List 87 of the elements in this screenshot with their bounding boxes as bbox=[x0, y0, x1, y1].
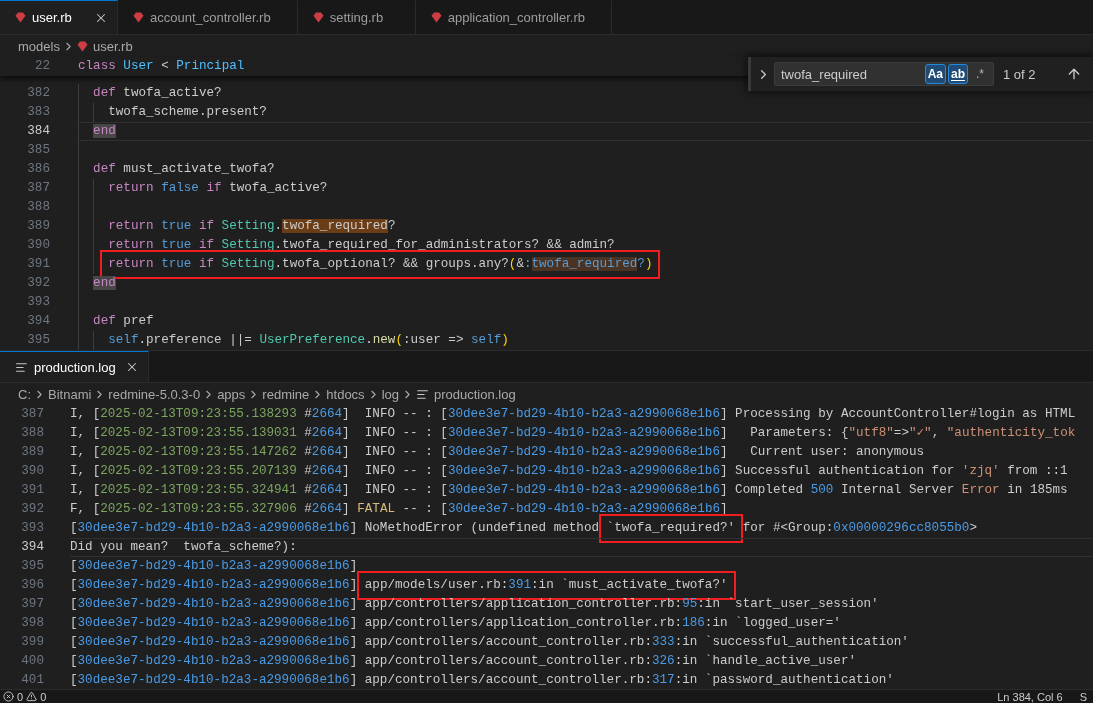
line-number: 401 bbox=[21, 673, 44, 687]
code-text: def pref bbox=[93, 314, 154, 329]
line-number: 393 bbox=[21, 521, 44, 535]
line-number: 387 bbox=[27, 181, 50, 195]
match-count: 1 of 2 bbox=[1003, 66, 1036, 82]
code-text: class User < Principal bbox=[78, 59, 245, 74]
warning-count: 0 bbox=[40, 690, 47, 703]
log-text: I, [2025-02-13T09:23:55.138293 #2664] INFO -- : [30dee3e7-bd29-4b10-b2a3-a2990068e1b6] Processing by AccountController#login as HTML bbox=[70, 407, 1076, 422]
text-lines-icon bbox=[15, 360, 28, 374]
breadcrumb-item[interactable]: models bbox=[18, 38, 60, 54]
tab[interactable]: production.log bbox=[0, 351, 149, 382]
line-number: 400 bbox=[21, 654, 44, 668]
log-text: [30dee3e7-bd29-4b10-b2a3-a2990068e1b6] app/controllers/account_controller.rb:326:in `handle_active_user' bbox=[70, 654, 857, 669]
line-number: 390 bbox=[27, 238, 50, 252]
code-text: return false if twofa_active? bbox=[108, 181, 328, 196]
line-number: 394 bbox=[21, 540, 44, 554]
error-count: 0 bbox=[17, 690, 24, 703]
line-number: 22 bbox=[34, 59, 50, 73]
log-text: [30dee3e7-bd29-4b10-b2a3-a2990068e1b6] app/controllers/application_controller.rb:95:in `start_user_session' bbox=[70, 597, 879, 612]
line-number: 398 bbox=[21, 616, 44, 630]
line-number: 389 bbox=[21, 445, 44, 459]
code-text: def twofa_active? bbox=[93, 86, 222, 101]
line-number: 395 bbox=[21, 559, 44, 573]
line-number: 383 bbox=[27, 105, 50, 119]
code-text: end bbox=[93, 124, 116, 139]
line-number: 394 bbox=[27, 314, 50, 328]
line-number: 399 bbox=[21, 635, 44, 649]
log-text: [30dee3e7-bd29-4b10-b2a3-a2990068e1b6] app/controllers/account_controller.rb:317:in `password_authentication' bbox=[70, 673, 894, 688]
log-text: [30dee3e7-bd29-4b10-b2a3-a2990068e1b6] bbox=[70, 578, 359, 593]
line-number: 395 bbox=[27, 333, 50, 347]
log-text: Did you mean? twofa_scheme?): bbox=[70, 540, 297, 555]
log-text: [30dee3e7-bd29-4b10-b2a3-a2990068e1b6] app/controllers/application_controller.rb:186:in `logged_user=' bbox=[70, 616, 841, 631]
code-text: self.preference ||= UserPreference.new(:user => self) bbox=[108, 333, 509, 348]
log-text: I, [2025-02-13T09:23:55.207139 #2664] INFO -- : [30dee3e7-bd29-4b10-b2a3-a2990068e1b6] Successful authentication for 'zjq' from ::1 bbox=[70, 464, 1068, 479]
gem-icon bbox=[15, 12, 26, 23]
line-number: 396 bbox=[21, 578, 44, 592]
line-number: 390 bbox=[21, 464, 44, 478]
status-item[interactable]: Ln 384, Col 6 bbox=[997, 690, 1063, 703]
log-text: [30dee3e7-bd29-4b10-b2a3-a2990068e1b6] bbox=[70, 559, 358, 574]
breadcrumb-item[interactable]: redmine bbox=[262, 386, 310, 402]
line-number: 387 bbox=[21, 407, 44, 421]
gem-icon bbox=[76, 40, 88, 52]
line-number: 392 bbox=[27, 276, 50, 290]
code-text: end bbox=[93, 276, 116, 291]
line-number: 391 bbox=[27, 257, 50, 271]
line-number: 392 bbox=[21, 502, 44, 516]
match-case-button[interactable]: Aa bbox=[924, 64, 946, 84]
error-icon bbox=[3, 691, 14, 702]
line-number: 388 bbox=[27, 200, 50, 214]
breadcrumb-item[interactable]: C: bbox=[18, 386, 31, 402]
code-text: twofa_scheme.present? bbox=[108, 105, 267, 120]
breadcrumb-item[interactable]: redmine-5.0.3-0 bbox=[108, 386, 201, 402]
line-number: 384 bbox=[27, 124, 50, 138]
log-text: [30dee3e7-bd29-4b10-b2a3-a2990068e1b6] app/controllers/account_controller.rb:333:in `successful_authentication' bbox=[70, 635, 909, 650]
breadcrumb-item[interactable]: apps bbox=[217, 386, 246, 402]
log-text: I, [2025-02-13T09:23:55.147262 #2664] INFO -- : [30dee3e7-bd29-4b10-b2a3-a2990068e1b6] Current user: anonymous bbox=[70, 445, 925, 460]
gem-icon bbox=[430, 12, 442, 23]
regex-button[interactable]: .* bbox=[970, 64, 990, 84]
breadcrumb-item[interactable]: htdocs bbox=[326, 386, 365, 402]
gem-icon bbox=[133, 12, 144, 23]
breadcrumb-item[interactable]: production.log bbox=[416, 386, 516, 402]
log-text: I, [2025-02-13T09:23:55.324941 #2664] INFO -- : [30dee3e7-bd29-4b10-b2a3-a2990068e1b6] Completed 500 Internal Server Error in 185ms bbox=[70, 483, 1068, 498]
breadcrumb-item[interactable]: Bitnami bbox=[48, 386, 92, 402]
warning-icon bbox=[26, 691, 38, 702]
line-number: 393 bbox=[27, 295, 50, 309]
line-number: 391 bbox=[21, 483, 44, 497]
line-number: 388 bbox=[21, 426, 44, 440]
line-number: 385 bbox=[27, 143, 50, 157]
log-text: I, [2025-02-13T09:23:55.139031 #2664] INFO -- : [30dee3e7-bd29-4b10-b2a3-a2990068e1b6] Parameters: {"utf8"=>"✓", "authenticity_tok bbox=[70, 426, 1076, 441]
search-field[interactable]: twofa_required Aa ab .* bbox=[774, 62, 994, 86]
text-lines-icon bbox=[416, 387, 429, 401]
whole-word-button[interactable]: ab bbox=[948, 64, 968, 84]
code-text: def must_activate_twofa? bbox=[93, 162, 275, 177]
line-number: 397 bbox=[21, 597, 44, 611]
line-number: 382 bbox=[27, 86, 50, 100]
code-text: return true if Setting.twofa_required_for_administrators? && admin? bbox=[108, 238, 615, 253]
log-text: for #<Group:0x00000296cc8055b0> bbox=[741, 521, 977, 536]
annotated-text: `twofa_required?' bbox=[598, 514, 744, 543]
line-number: 389 bbox=[27, 219, 50, 233]
code-text: return true if Setting.twofa_required? bbox=[108, 219, 396, 234]
status-item[interactable]: S bbox=[1079, 690, 1087, 703]
line-number: 386 bbox=[27, 162, 50, 176]
tab[interactable]: user.rb bbox=[0, 0, 118, 34]
breadcrumb-item[interactable]: log bbox=[381, 386, 399, 402]
breadcrumb-item[interactable]: user.rb bbox=[76, 38, 133, 54]
gem-icon bbox=[312, 12, 324, 23]
log-text: [30dee3e7-bd29-4b10-b2a3-a2990068e1b6] NoMethodError (undefined method bbox=[70, 521, 601, 536]
